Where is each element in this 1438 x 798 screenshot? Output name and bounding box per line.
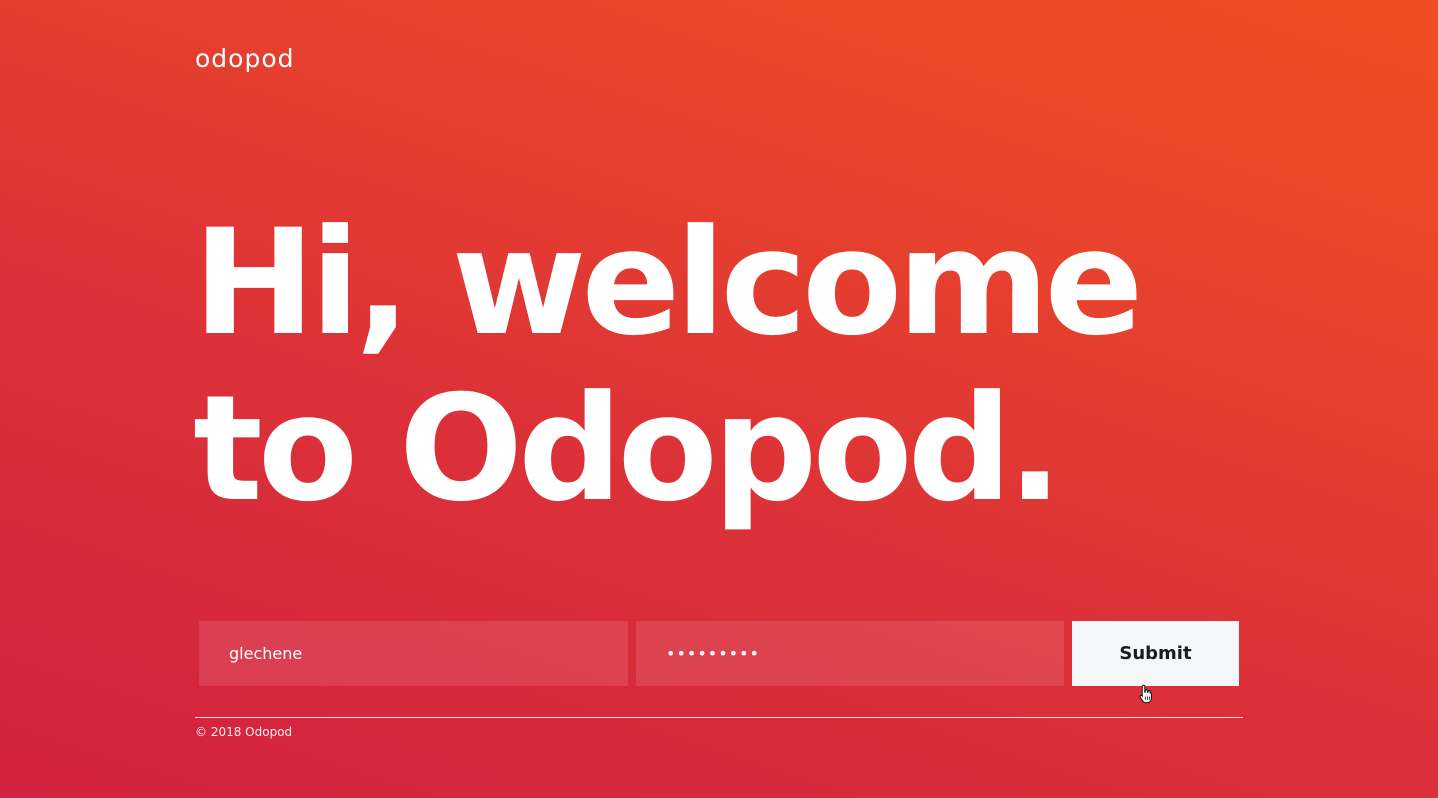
submit-button[interactable]: Submit — [1072, 621, 1239, 686]
login-form: ••••••••• Submit — [199, 621, 1239, 686]
headline-line-1: Hi, welcome — [193, 198, 1143, 368]
password-input[interactable]: ••••••••• — [636, 621, 1064, 686]
copyright-text: © 2018 Odopod — [195, 725, 293, 739]
headline-line-2: to Odopod. — [193, 364, 1063, 534]
welcome-headline: Hi, welcome to Odopod. — [193, 198, 1143, 534]
footer-divider — [195, 717, 1243, 718]
username-input[interactable] — [199, 621, 628, 686]
hand-pointer-icon — [1139, 684, 1152, 704]
odopod-logo[interactable]: odopod — [195, 44, 295, 74]
